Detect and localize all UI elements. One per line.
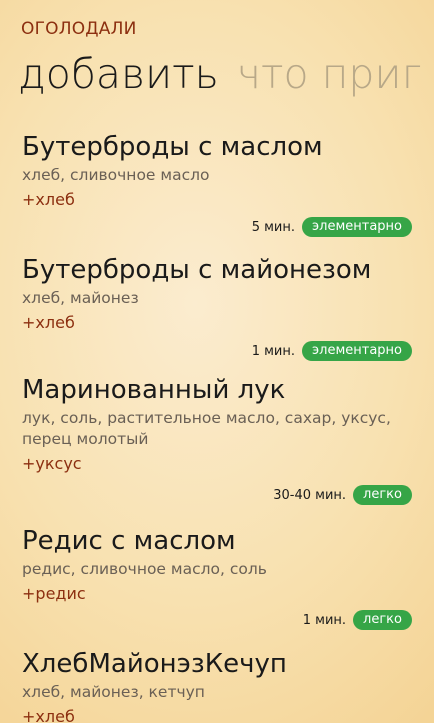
recipe-meta: 1 мин. элементарно — [252, 341, 412, 361]
recipe-meta: 5 мин. элементарно — [252, 217, 412, 237]
recipe-ingredients: хлеб, сливочное масло — [22, 166, 210, 184]
cooking-time: 5 мин. — [251, 219, 295, 235]
recipe-item[interactable]: Бутерброды с маслом хлеб, сливочное масл… — [22, 131, 412, 243]
cooking-time: 1 мин. — [302, 612, 347, 628]
difficulty-badge: легко — [353, 485, 412, 505]
recipe-title: Бутерброды с маслом — [22, 132, 323, 162]
pivot-header: добавить что приг — [18, 48, 422, 100]
recipe-item[interactable]: ХлебМайонэзКечуп хлеб, майонез, кетчуп +… — [22, 648, 412, 723]
recipe-missing-ingredient: +хлеб — [22, 313, 75, 332]
recipe-missing-ingredient: +хлеб — [22, 707, 75, 723]
difficulty-badge: элементарно — [302, 217, 412, 237]
difficulty-badge: элементарно — [302, 341, 412, 361]
pivot-item-what-to-cook[interactable]: что приг — [237, 50, 422, 98]
recipe-missing-ingredient: +хлеб — [22, 190, 75, 209]
recipe-ingredients: хлеб, майонез — [22, 289, 139, 307]
recipe-title: Бутерброды с майонезом — [22, 255, 372, 285]
recipe-missing-ingredient: +уксус — [22, 454, 82, 473]
app-title: ОГОЛОДАЛИ — [21, 19, 137, 39]
recipe-ingredients: редис, сливочное масло, соль — [22, 560, 267, 578]
recipe-missing-ingredient: +редис — [22, 584, 86, 603]
recipe-title: Маринованный лук — [22, 375, 286, 405]
recipe-item[interactable]: Маринованный лук лук, соль, растительное… — [22, 374, 412, 510]
recipe-title: Редис с маслом — [22, 526, 236, 556]
recipe-meta: 30-40 мин. легко — [273, 485, 412, 505]
recipe-item[interactable]: Бутерброды с майонезом хлеб, майонез +хл… — [22, 254, 412, 366]
cooking-time: 30-40 мин. — [273, 487, 347, 503]
difficulty-badge: легко — [353, 610, 412, 630]
recipe-ingredients: лук, соль, растительное масло, сахар, ук… — [22, 409, 391, 448]
recipe-title: ХлебМайонэзКечуп — [22, 649, 287, 679]
recipe-ingredients: хлеб, майонез, кетчуп — [22, 683, 205, 701]
cooking-time: 1 мин. — [251, 343, 295, 359]
pivot-item-add[interactable]: добавить — [18, 50, 219, 98]
recipe-item[interactable]: Редис с маслом редис, сливочное масло, с… — [22, 525, 412, 637]
recipe-meta: 1 мин. легко — [303, 610, 412, 630]
